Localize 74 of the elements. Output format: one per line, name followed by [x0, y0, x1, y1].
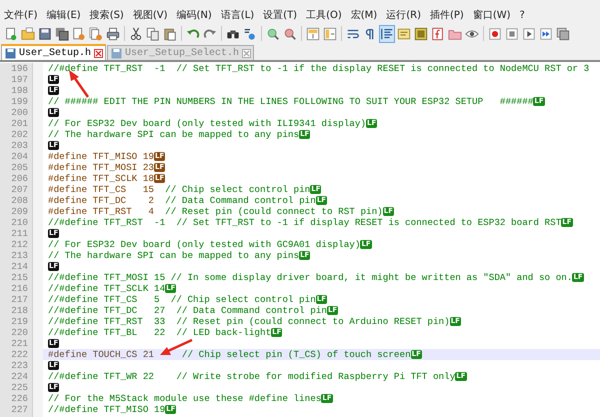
line-number: 219 [10, 316, 29, 327]
code-line: //#define TFT_RST 33 // Reset pin (could connect to Arduino RESET pin) [48, 316, 450, 327]
line-number: 211 [10, 228, 29, 239]
line-number: 196 [10, 63, 29, 74]
annotation-arrow [69, 70, 90, 98]
code-line: //#define TFT_RST -1 // Set TFT_RST to -1 if display RESET is connected to ESP32 board RST [48, 217, 562, 228]
code-line: // The hardware SPI can be mapped to any pins [48, 250, 300, 261]
code-line: // For ESP32 Dev board (only tested with ILI9341 display) [48, 118, 366, 129]
menu-item[interactable]: 宏(M) [350, 8, 378, 22]
line-number: 200 [10, 107, 29, 118]
line-number: 201 [10, 118, 29, 129]
close-icon[interactable] [94, 48, 104, 58]
code-line: // The hardware SPI can be mapped to any pins [48, 129, 300, 140]
menu-item[interactable]: 语言(L) [220, 8, 256, 22]
menu-item[interactable]: 视图(V) [132, 8, 168, 22]
code-line: #define TFT_MOSI 23 [48, 162, 154, 173]
line-number: 210 [10, 217, 29, 228]
line-number: 198 [10, 85, 29, 96]
menu-item[interactable]: 编辑(E) [46, 8, 82, 22]
line-number: 217 [10, 294, 29, 305]
line-number: 205 [10, 162, 29, 173]
menu-item[interactable]: 窗口(W) [472, 8, 512, 22]
code-line: //#define TFT_MISO 19 [48, 404, 166, 415]
menu-item[interactable]: 编码(N) [176, 8, 213, 22]
code-line: //#define TFT_DC 27 // Data Command control pin [48, 305, 327, 316]
line-number: 226 [10, 393, 29, 404]
line-number: 209 [10, 206, 29, 217]
menu-item[interactable]: 插件(P) [428, 8, 465, 22]
code-line: //#define TFT_RST -1 // Set TFT_RST to -1 if the display RESET is connected to NodeMCU RST or 3 [48, 63, 590, 74]
menu-item[interactable]: 运行(R) [385, 8, 422, 22]
line-number: 218 [10, 305, 29, 316]
line-number: 215 [10, 272, 29, 283]
line-number: 214 [10, 261, 29, 272]
code-line: #define TFT_CS 15 // Chip select control pin [48, 184, 310, 195]
line-number: 225 [10, 382, 29, 393]
line-number: 213 [10, 250, 29, 261]
line-number: 202 [10, 129, 29, 140]
menu-item[interactable]: 设置(T) [262, 8, 298, 22]
line-number: 220 [10, 327, 29, 338]
line-number: 197 [10, 74, 29, 85]
line-number: 223 [10, 360, 29, 371]
line-number: 222 [10, 349, 29, 360]
code-line: //#define TFT_CS 5 // Chip select control pin [48, 294, 316, 305]
menu-item[interactable]: 工具(O) [305, 8, 343, 22]
menu-item[interactable]: ? [518, 10, 526, 20]
line-number: 203 [10, 140, 29, 151]
line-number: 208 [10, 195, 29, 206]
line-number: 212 [10, 239, 29, 250]
line-number: 216 [10, 283, 29, 294]
menu-item[interactable]: 搜索(S) [88, 8, 125, 22]
code-line: //#define TFT_BL 22 // LED back-light [48, 327, 272, 338]
line-number: 199 [10, 96, 29, 107]
code-line: #define TFT_DC 2 // Data Command control pin [48, 195, 316, 206]
line-number: 224 [10, 371, 29, 382]
file-tab[interactable]: User_Setup.h [1, 44, 106, 60]
menu-item[interactable]: 文件(F) [3, 8, 39, 22]
code-line: //#define TFT_WR 22 // Write strobe for modified Raspberry Pi TFT only [48, 371, 456, 382]
code-line: // For the M5Stack module use these #define lines [48, 393, 322, 404]
line-number: 221 [10, 338, 29, 349]
code-line: // For ESP32 Dev board (only tested with GC9A01 display) [48, 239, 360, 250]
code-line: #define TFT_MISO 19 [48, 151, 154, 162]
documents-close-icon[interactable] [88, 24, 104, 42]
scissors-icon[interactable] [128, 24, 144, 42]
code-line: #define TFT_RST 4 // Reset pin (could connect to RST pin) [48, 206, 383, 217]
line-number: 204 [10, 151, 29, 162]
indent-guide-icon[interactable] [379, 24, 395, 42]
line-number: 227 [10, 404, 29, 415]
code-line: #define TOUCH_CS 21 // Chip select pin (T_CS) of touch screen [48, 349, 411, 360]
line-number: 206 [10, 173, 29, 184]
code-line: // ###### EDIT THE PIN NUMBERS IN THE LINES FOLLOWING TO SUIT YOUR ESP32 SETUP ###### [48, 96, 534, 107]
line-number: 207 [10, 184, 29, 195]
code-line: //#define TFT_SCLK 14 [48, 283, 166, 294]
code-line: //#define TFT_MOSI 15 // In some display driver board, it might be written as "SDA" and so on. [48, 272, 572, 283]
code-line: #define TFT_SCLK 18 [48, 173, 154, 184]
